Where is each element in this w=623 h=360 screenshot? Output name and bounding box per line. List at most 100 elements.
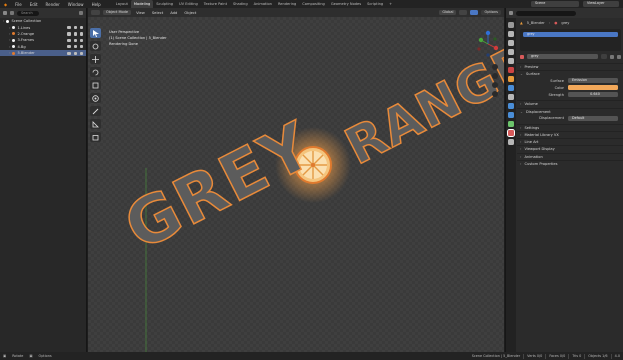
outliner-collection-row[interactable]: › 5.Blender <box>0 49 86 57</box>
tab-rendering[interactable]: Rendering <box>275 0 299 8</box>
section-material-library[interactable]: › Material Library VX <box>517 130 623 138</box>
tab-compositing[interactable]: Compositing <box>299 0 328 8</box>
menu-help[interactable]: Help <box>88 2 105 7</box>
tab-uv-editing[interactable]: UV Editing <box>176 0 201 8</box>
options-dropdown[interactable]: Options <box>481 9 501 16</box>
transform-orientation-dropdown[interactable]: Global <box>439 9 457 16</box>
section-custom-properties[interactable]: › Custom Properties <box>517 159 623 167</box>
editor-type-button[interactable] <box>91 9 100 16</box>
transform-tool-icon[interactable] <box>90 93 101 103</box>
exclude-checkbox-icon[interactable] <box>67 45 71 49</box>
output-tab-icon[interactable] <box>508 40 514 46</box>
color-swatch[interactable] <box>568 85 618 91</box>
object-mode-dropdown[interactable]: Object Mode <box>103 9 132 16</box>
menu-add[interactable]: Add <box>168 11 179 15</box>
tab-texture-paint[interactable]: Texture Paint <box>201 0 230 8</box>
exclude-checkbox-icon[interactable] <box>67 25 71 30</box>
section-line-art[interactable]: › Line Art <box>517 138 623 145</box>
camera-icon[interactable] <box>79 38 83 42</box>
material-browse-icon[interactable] <box>520 54 524 59</box>
section-displacement[interactable]: ⌄ Displacement <box>517 107 623 115</box>
menu-render[interactable]: Render <box>42 2 64 7</box>
view-layer-tab-icon[interactable] <box>508 49 514 55</box>
particles-tab-icon[interactable] <box>508 94 514 100</box>
menu-object[interactable]: Object <box>182 11 198 15</box>
strength-field[interactable]: 0.640 <box>568 92 618 98</box>
material-slot-row[interactable]: grey <box>523 32 618 37</box>
scene-tab-icon[interactable] <box>508 58 514 64</box>
3d-viewport[interactable]: GREY RANGE Object Mode View Select Add O… <box>88 8 504 352</box>
tab-geometry-nodes[interactable]: Geometry Nodes <box>328 0 364 8</box>
exclude-checkbox-icon[interactable] <box>67 32 71 36</box>
menu-window[interactable]: Window <box>64 2 88 7</box>
expand-chevron-icon[interactable]: › <box>9 32 10 36</box>
add-workspace-button[interactable]: + <box>386 0 395 8</box>
texture-tab-icon[interactable] <box>508 139 514 145</box>
section-preview[interactable]: › Preview <box>517 63 623 70</box>
material-tab-icon[interactable] <box>507 129 515 137</box>
camera-view-icon[interactable] <box>492 82 498 88</box>
world-tab-icon[interactable] <box>508 67 514 73</box>
display-mode-icon[interactable] <box>10 11 14 15</box>
zoom-icon[interactable] <box>492 64 498 70</box>
move-tool-icon[interactable] <box>90 54 101 64</box>
tab-scripting[interactable]: Scripting <box>364 0 386 8</box>
select-box-tool-icon[interactable] <box>90 28 101 38</box>
camera-icon[interactable] <box>79 51 83 55</box>
section-surface[interactable]: ⌄ Surface <box>517 70 623 77</box>
section-animation[interactable]: › Animation <box>517 152 623 160</box>
tool-tab-icon[interactable] <box>508 22 514 28</box>
eye-icon[interactable] <box>73 38 77 42</box>
expand-chevron-icon[interactable]: › <box>9 45 10 49</box>
rotate-tool-icon[interactable] <box>90 67 101 77</box>
properties-search-input[interactable] <box>516 10 576 16</box>
material-users-count[interactable] <box>601 53 607 60</box>
outliner-editor-icon[interactable] <box>3 11 7 15</box>
filter-icon[interactable] <box>79 11 83 15</box>
cursor-tool-icon[interactable] <box>90 41 101 51</box>
expand-chevron-icon[interactable]: › <box>9 26 10 30</box>
add-cube-tool-icon[interactable] <box>90 132 101 142</box>
pan-hand-icon[interactable] <box>492 73 498 79</box>
menu-edit[interactable]: Edit <box>26 2 42 7</box>
navigation-gizmo[interactable] <box>476 30 500 60</box>
properties-editor-icon[interactable] <box>509 11 513 15</box>
expand-chevron-icon[interactable]: › <box>9 38 10 42</box>
tab-animation[interactable]: Animation <box>251 0 275 8</box>
object-tab-icon[interactable] <box>508 76 514 82</box>
outliner-search-input[interactable]: Search <box>17 10 39 16</box>
overlay-icon[interactable] <box>459 9 468 16</box>
eye-icon[interactable] <box>73 51 77 55</box>
scene-selector[interactable]: Scene <box>531 1 579 7</box>
eye-icon[interactable] <box>73 45 77 49</box>
camera-icon[interactable] <box>79 45 83 49</box>
modifier-tab-icon[interactable] <box>508 85 514 91</box>
displacement-field[interactable]: Default <box>568 115 618 121</box>
viewlayer-selector[interactable]: ViewLayer <box>583 1 619 7</box>
material-slot-list[interactable]: grey <box>520 29 621 51</box>
camera-icon[interactable] <box>79 25 83 30</box>
tab-modeling[interactable]: Modeling <box>130 0 154 8</box>
exclude-checkbox-icon[interactable] <box>67 38 71 42</box>
menu-file[interactable]: File <box>11 2 26 7</box>
fake-user-icon[interactable] <box>610 54 614 59</box>
section-settings[interactable]: › Settings <box>517 123 623 131</box>
blender-logo-icon[interactable]: ◆ <box>0 2 11 7</box>
section-volume[interactable]: › Volume <box>517 100 623 107</box>
eye-icon[interactable] <box>73 25 77 30</box>
section-viewport-display[interactable]: › Viewport Display <box>517 145 623 152</box>
exclude-checkbox-icon[interactable] <box>67 51 71 55</box>
perspective-toggle-icon[interactable] <box>492 91 498 97</box>
menu-select[interactable]: Select <box>150 11 165 15</box>
tab-shading[interactable]: Shading <box>230 0 251 8</box>
data-tab-icon[interactable] <box>508 121 514 127</box>
constraints-tab-icon[interactable] <box>508 112 514 118</box>
eye-icon[interactable] <box>73 32 77 36</box>
unlink-icon[interactable] <box>617 54 621 59</box>
expand-chevron-icon[interactable]: › <box>9 51 10 55</box>
surface-shader-field[interactable]: Emission <box>568 78 618 84</box>
render-tab-icon[interactable] <box>508 31 514 37</box>
menu-view[interactable]: View <box>134 11 147 15</box>
material-name-field[interactable]: grey <box>527 53 598 60</box>
measure-tool-icon[interactable] <box>90 119 101 129</box>
